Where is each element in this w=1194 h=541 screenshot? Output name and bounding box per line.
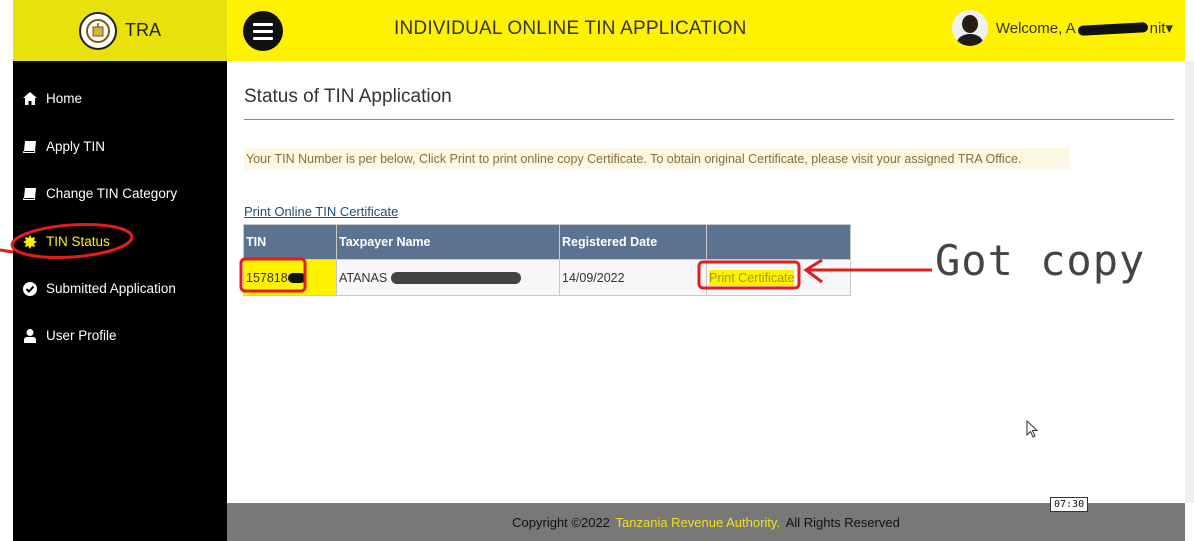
print-online-tin-certificate-link[interactable]: Print Online TIN Certificate xyxy=(244,204,398,219)
sidebar-item-change-tin-category[interactable]: Change TIN Category xyxy=(23,186,177,201)
welcome-text[interactable]: Welcome, A nit▾ xyxy=(996,19,1173,37)
certificate-icon xyxy=(23,234,37,249)
tin-cell: 157818 xyxy=(243,259,337,296)
tin-table: TIN Taxpayer Name Registered Date 157818… xyxy=(243,224,851,296)
info-notice: Your TIN Number is per below, Click Prin… xyxy=(244,148,1070,170)
redaction-mark xyxy=(1077,22,1148,36)
sidebar-item-label: Submitted Application xyxy=(46,281,176,296)
column-header-action xyxy=(706,224,851,260)
tra-logo-icon xyxy=(79,11,117,50)
column-header-registered-date: Registered Date xyxy=(559,224,707,260)
time-tooltip: 07:30 xyxy=(1050,497,1089,512)
mouse-cursor-icon xyxy=(1026,420,1039,438)
welcome-prefix: Welcome, A xyxy=(995,20,1076,37)
table-row: 157818 ATANAS 14/09/2022 Print Certifica… xyxy=(243,259,851,296)
app-title: INDIVIDUAL ONLINE TIN APPLICATION xyxy=(394,18,747,39)
print-certificate-link[interactable]: Print Certificate xyxy=(709,269,795,286)
chevron-down-icon: ▾ xyxy=(1165,20,1173,37)
column-header-tin: TIN xyxy=(243,224,337,260)
sidebar: Home Apply TIN Change TIN Category TIN S… xyxy=(13,61,227,541)
sidebar-item-apply-tin[interactable]: Apply TIN xyxy=(23,139,105,154)
registered-date-cell: 14/09/2022 xyxy=(559,259,707,296)
sidebar-item-tin-status[interactable]: TIN Status xyxy=(23,234,110,249)
redaction-mark xyxy=(287,273,306,284)
user-menu[interactable]: Welcome, A nit▾ xyxy=(951,10,1173,46)
sidebar-item-label: Apply TIN xyxy=(46,139,106,154)
book-icon xyxy=(23,187,37,201)
footer: Copyright ©2022 Tanzania Revenue Authori… xyxy=(227,503,1185,541)
scrollbar[interactable] xyxy=(1185,61,1194,503)
taxpayer-name-value: ATANAS xyxy=(339,270,388,285)
page-title: Status of TIN Application xyxy=(244,86,452,107)
brand-block[interactable]: TRA xyxy=(13,0,227,61)
annotation-mark xyxy=(0,248,14,254)
welcome-suffix: nit xyxy=(1149,20,1166,37)
sidebar-item-label: User Profile xyxy=(46,328,117,343)
copyright-text: Copyright ©2022 xyxy=(512,514,610,530)
rights-text: All Rights Reserved xyxy=(785,514,900,530)
sidebar-item-home[interactable]: Home xyxy=(23,91,82,106)
redaction-mark xyxy=(391,272,522,285)
action-cell: Print Certificate xyxy=(706,259,851,296)
check-circle-icon xyxy=(23,281,37,296)
sidebar-item-label: Home xyxy=(46,91,83,106)
tin-value: 157818 xyxy=(246,270,288,285)
column-header-taxpayer-name: Taxpayer Name xyxy=(336,224,560,260)
sidebar-item-submitted-application[interactable]: Submitted Application xyxy=(23,281,176,296)
sidebar-item-label: Change TIN Category xyxy=(46,186,178,201)
brand-name: TRA xyxy=(125,20,161,40)
handwritten-note: Got copy xyxy=(935,236,1146,285)
hamburger-menu-icon[interactable] xyxy=(243,11,283,51)
user-icon xyxy=(23,328,37,343)
organization-name: Tanzania Revenue Authority. xyxy=(615,514,781,530)
divider xyxy=(244,119,1174,120)
table-header-row: TIN Taxpayer Name Registered Date xyxy=(243,224,851,260)
home-icon xyxy=(23,92,37,106)
top-bar: INDIVIDUAL ONLINE TIN APPLICATION Welcom… xyxy=(227,0,1185,61)
taxpayer-name-cell: ATANAS xyxy=(336,259,560,296)
book-icon xyxy=(23,140,37,154)
sidebar-item-user-profile[interactable]: User Profile xyxy=(23,328,117,343)
sidebar-item-label: TIN Status xyxy=(46,234,110,249)
avatar xyxy=(951,10,988,46)
